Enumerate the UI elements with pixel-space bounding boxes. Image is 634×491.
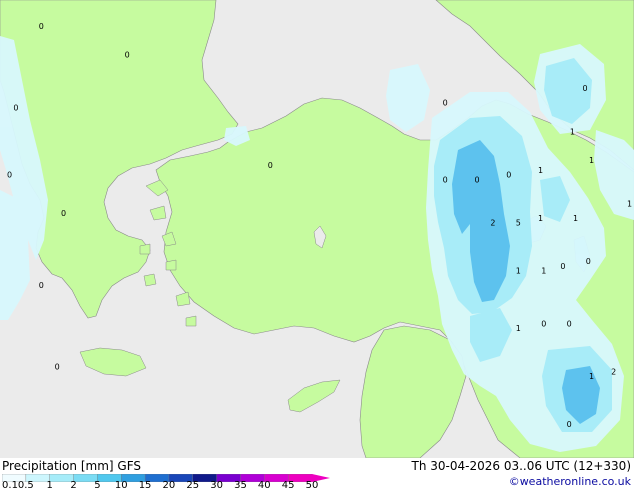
precip-value-label: 0 [443, 175, 448, 184]
precip-value-label: 0 [474, 175, 479, 184]
credit-text: ©weatheronline.co.uk [508, 475, 631, 488]
model-label: GFS [117, 459, 141, 473]
precip-value-label: 0 [506, 171, 511, 180]
precip-value-label: 1 [627, 199, 632, 208]
precip-value-label: 1 [516, 267, 521, 276]
precip-value-label: 0 [55, 363, 60, 372]
colorbar-tick-label: 15 [138, 480, 152, 491]
colorbar-tick-label: 35 [234, 480, 247, 491]
colorbar-tick-label: 0.5 [17, 480, 34, 491]
precip-value-label: 0 [567, 319, 572, 328]
variable-label: Precipitation [mm] [2, 459, 114, 473]
colorbar-tick-label: 10 [114, 480, 128, 491]
map-title: Precipitation [mm] GFS [2, 459, 141, 473]
precip-value-label: 5 [516, 219, 521, 228]
precip-value-label: 0 [586, 257, 591, 266]
precipitation-map: 0 0 0 0 0 0 0 0 0 0 0 0 1 2 5 1 1 1 1 0 0 1 0 0 1 2 0 0 1 1 1 [0, 0, 634, 458]
precip-value-label: 0 [443, 99, 448, 108]
colorbar-tick-label: 50 [305, 480, 319, 491]
precip-value-label: 0 [541, 319, 546, 328]
valid-time: Th 30-04-2026 03..06 UTC (12+330) [411, 459, 631, 473]
colorbar-tick-label: 45 [281, 480, 295, 491]
precip-value-label: 1 [589, 372, 594, 381]
precip-value-label: 0 [583, 84, 588, 93]
colorbar-tick-label: 5 [94, 480, 101, 491]
precip-value-label: 0 [39, 281, 44, 290]
colorbar-tick-label: 20 [162, 480, 176, 491]
precip-value-label: 0 [61, 209, 66, 218]
precip-value-label: 0 [560, 262, 565, 271]
colorbar-tick-label: 25 [186, 480, 200, 491]
precip-value-label: 2 [611, 367, 616, 376]
precip-value-label: 0 [567, 420, 572, 429]
colorbar-tick-label: 1 [46, 480, 53, 491]
map-footer: Precipitation [mm] GFS Th 30-04-2026 03.… [0, 458, 634, 491]
colorbar-tick-label: 30 [210, 480, 223, 491]
precip-value-label: 2 [490, 219, 495, 228]
precip-value-label: 1 [538, 214, 543, 223]
precip-value-label: 0 [13, 103, 18, 112]
colorbar-tick-label: 0.1 [2, 480, 18, 491]
colorbar-tick-label: 2 [70, 480, 77, 491]
precip-value-label: 0 [268, 161, 273, 170]
precip-value-label: 1 [541, 267, 546, 276]
precip-value-label: 0 [39, 22, 44, 31]
precip-value-label: 1 [538, 166, 543, 175]
precip-value-label: 0 [125, 51, 130, 60]
precip-value-label: 1 [570, 127, 575, 136]
precip-value-label: 1 [573, 214, 578, 223]
precip-value-label: 1 [589, 156, 594, 165]
precip-value-label: 1 [516, 324, 521, 333]
precip-value-label: 0 [7, 171, 12, 180]
colorbar-tick-label: 40 [257, 480, 271, 491]
